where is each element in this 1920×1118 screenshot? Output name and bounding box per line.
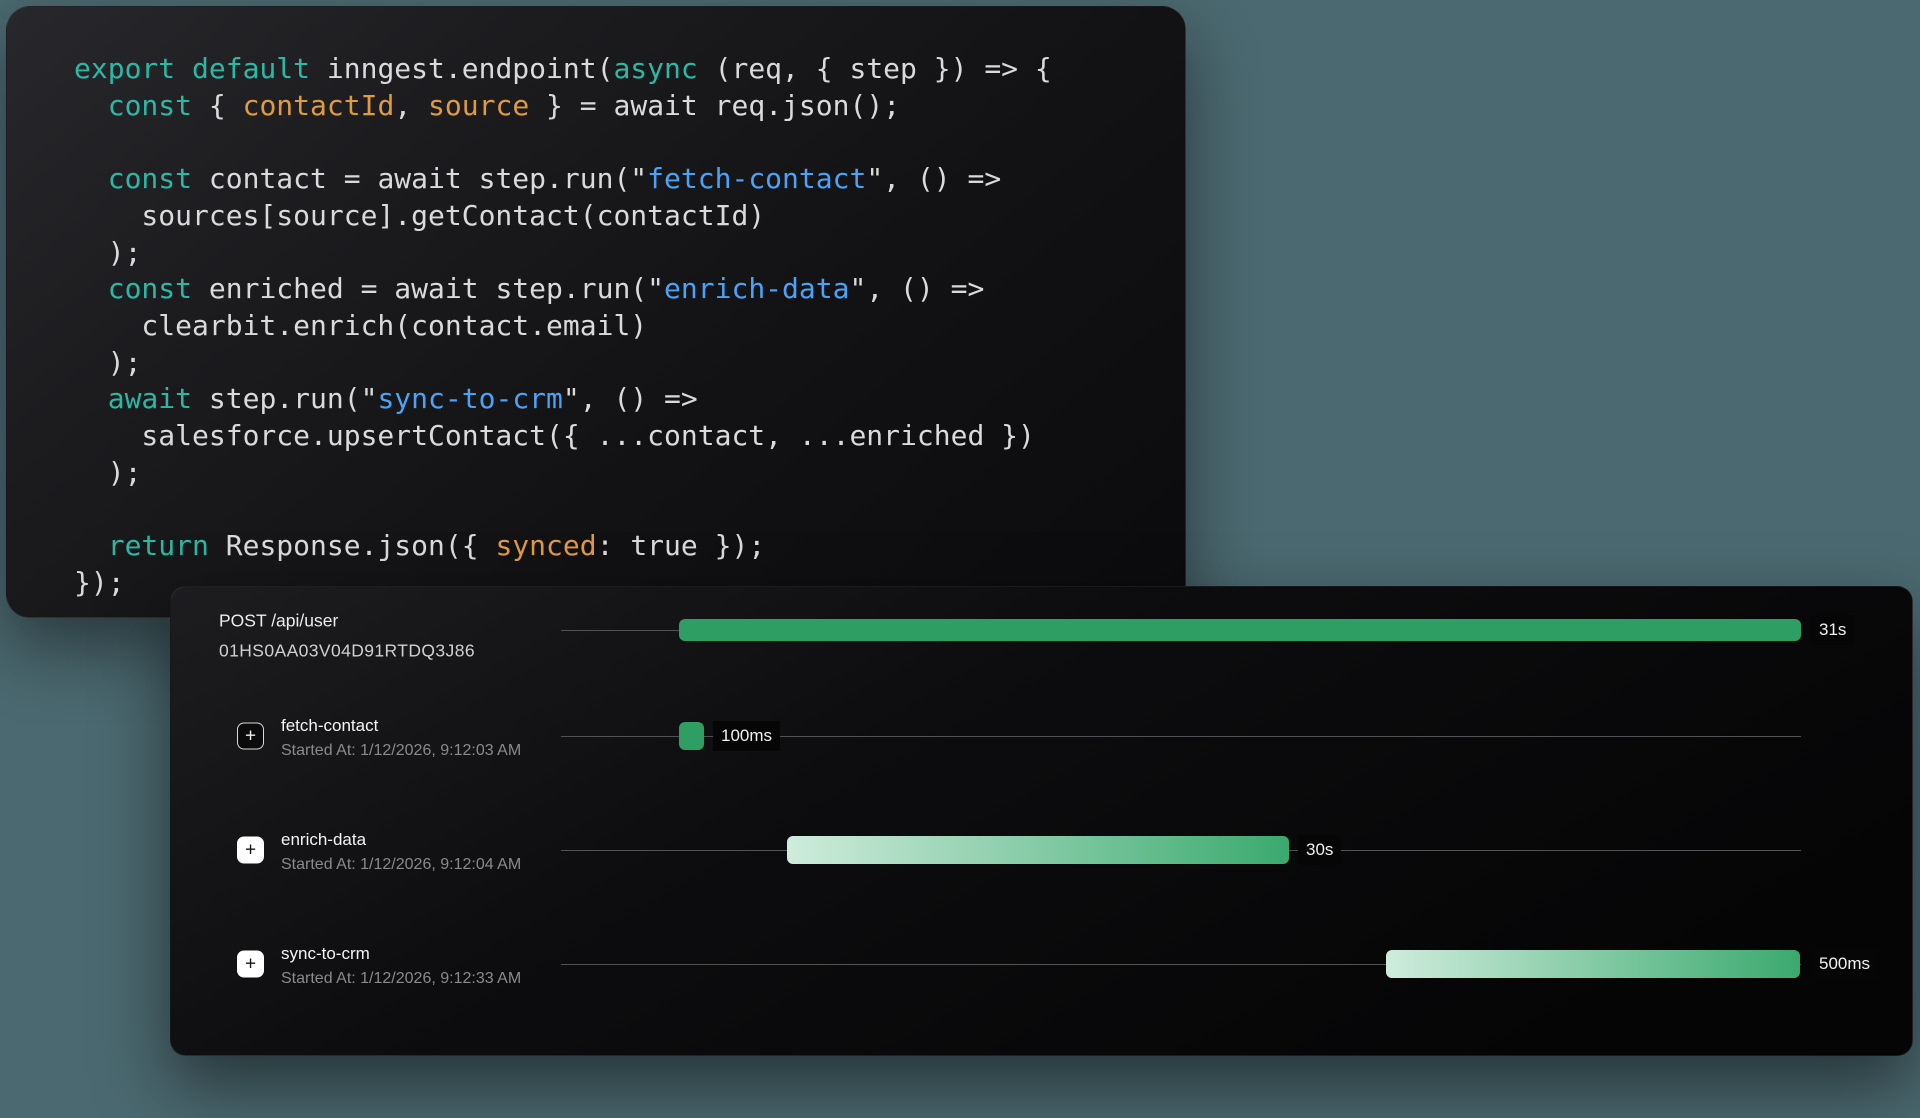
code-content: export default inngest.endpoint(async (r… xyxy=(74,51,1185,602)
code-token: , xyxy=(394,89,428,122)
code-property-token: synced xyxy=(495,529,596,562)
request-method-path: POST /api/user xyxy=(219,611,475,632)
code-line xyxy=(74,124,1185,161)
code-token: : true }); xyxy=(597,529,766,562)
step-header: sync-to-crm Started At: 1/12/2026, 9:12:3… xyxy=(281,944,521,988)
code-token: step.run(" xyxy=(192,382,377,415)
expand-step-button[interactable]: + xyxy=(237,723,264,750)
code-keyword-token: async xyxy=(613,52,697,85)
code-line: salesforce.upsertContact({ ...contact, .… xyxy=(74,418,1185,455)
code-line: const enriched = await step.run("enrich-… xyxy=(74,271,1185,308)
code-token: ", () => xyxy=(866,162,1001,195)
code-keyword-token: const xyxy=(108,89,192,122)
step-duration-label: 100ms xyxy=(713,721,780,751)
duration-bar[interactable] xyxy=(679,619,1801,641)
code-token xyxy=(74,89,108,122)
step-started-at: Started At: 1/12/2026, 9:12:03 AM xyxy=(281,742,521,760)
code-line: return Response.json({ synced: true }); xyxy=(74,528,1185,565)
code-keyword-token: return xyxy=(108,529,209,562)
code-keyword-token: const xyxy=(108,162,192,195)
step-duration-label: 30s xyxy=(1298,835,1341,865)
code-token: Response.json({ xyxy=(209,529,496,562)
code-keyword-token: await xyxy=(108,382,192,415)
code-token: }); xyxy=(74,566,125,599)
step-started-at: Started At: 1/12/2026, 9:12:04 AM xyxy=(281,856,521,874)
code-property-token: contactId xyxy=(243,89,395,122)
code-line: sources[source].getContact(contactId) xyxy=(74,198,1185,235)
code-line: await step.run("sync-to-crm", () => xyxy=(74,381,1185,418)
code-token: } = await req.json(); xyxy=(529,89,900,122)
plus-icon: + xyxy=(245,841,256,860)
step-name: sync-to-crm xyxy=(281,944,521,964)
step-name: enrich-data xyxy=(281,830,521,850)
code-editor-card: export default inngest.endpoint(async (r… xyxy=(6,6,1186,618)
request-header: POST /api/user 01HS0AA03V04D91RTDQ3J86 xyxy=(219,611,475,662)
code-token xyxy=(74,162,108,195)
code-string-token: sync-to-crm xyxy=(377,382,562,415)
code-token: inngest.endpoint( xyxy=(310,52,613,85)
plus-icon: + xyxy=(245,727,256,746)
code-token: ); xyxy=(74,236,141,269)
step-name: fetch-contact xyxy=(281,716,521,736)
code-token: (req, { step }) => { xyxy=(698,52,1052,85)
code-token: clearbit.enrich(contact.email) xyxy=(74,309,647,342)
plus-icon: + xyxy=(245,955,256,974)
step-header: fetch-contact Started At: 1/12/2026, 9:12… xyxy=(281,716,521,760)
code-line: clearbit.enrich(contact.email) xyxy=(74,308,1185,345)
code-line xyxy=(74,491,1185,528)
duration-bar[interactable] xyxy=(1386,950,1800,978)
code-line: export default inngest.endpoint(async (r… xyxy=(74,51,1185,88)
duration-bar[interactable] xyxy=(787,836,1289,864)
expand-step-button[interactable]: + xyxy=(237,837,264,864)
code-line: ); xyxy=(74,455,1185,492)
code-property-token: source xyxy=(428,89,529,122)
request-duration-label: 31s xyxy=(1811,615,1854,645)
code-token xyxy=(74,382,108,415)
code-token: { xyxy=(192,89,243,122)
duration-bar[interactable] xyxy=(679,722,704,750)
code-token: enriched = await step.run(" xyxy=(192,272,664,305)
code-keyword-token: const xyxy=(108,272,192,305)
code-line: const contact = await step.run("fetch-co… xyxy=(74,161,1185,198)
code-token: salesforce.upsertContact({ ...contact, .… xyxy=(74,419,1035,452)
code-line: ); xyxy=(74,235,1185,272)
code-token xyxy=(74,529,108,562)
code-keyword-token: export default xyxy=(74,52,310,85)
code-token: ", () => xyxy=(849,272,984,305)
code-token: sources[source].getContact(contactId) xyxy=(74,199,765,232)
code-token: ", () => xyxy=(563,382,698,415)
code-token xyxy=(74,272,108,305)
code-token: ); xyxy=(74,346,141,379)
code-string-token: enrich-data xyxy=(664,272,849,305)
expand-step-button[interactable]: + xyxy=(237,951,264,978)
request-run-id: 01HS0AA03V04D91RTDQ3J86 xyxy=(219,641,475,662)
code-token: ); xyxy=(74,456,141,489)
step-duration-label: 500ms xyxy=(1811,949,1878,979)
step-started-at: Started At: 1/12/2026, 9:12:33 AM xyxy=(281,970,521,988)
code-string-token: fetch-contact xyxy=(647,162,866,195)
code-token: contact = await step.run(" xyxy=(192,162,647,195)
step-header: enrich-data Started At: 1/12/2026, 9:12:0… xyxy=(281,830,521,874)
code-line: const { contactId, source } = await req.… xyxy=(74,88,1185,125)
trace-timeline-panel: POST /api/user 01HS0AA03V04D91RTDQ3J86 31s… xyxy=(170,586,1913,1056)
code-line: ); xyxy=(74,345,1185,382)
